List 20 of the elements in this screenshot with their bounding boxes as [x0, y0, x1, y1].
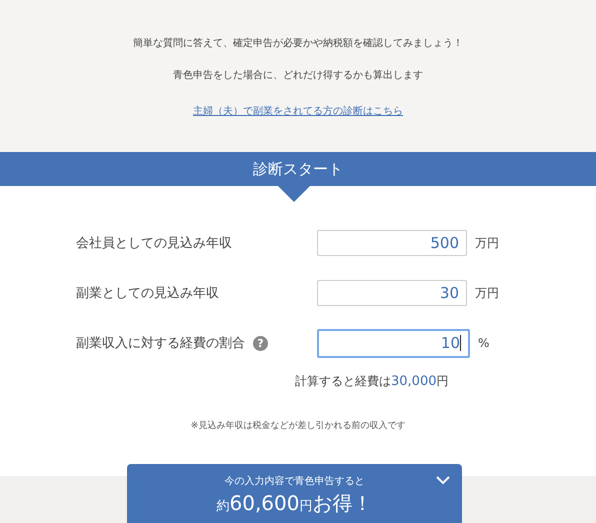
- banner-title: 診断スタート: [253, 160, 343, 178]
- input-field[interactable]: 500: [317, 230, 467, 256]
- savings-headline: 約60,600円 お得！: [216, 490, 372, 517]
- intro-text: 青色申告をした場合に、どれだけ得するかも算出します: [173, 69, 423, 82]
- intro-text: 簡単な質問に答えて、確定申告が必要かや納税額を確認してみましょう！: [133, 37, 463, 50]
- field-label: 会社員としての見込み年収: [76, 235, 232, 252]
- housewife-diagnosis-link[interactable]: 主婦（夫）で副業をされてる方の診断はこちら: [193, 104, 403, 118]
- unit-label: 万円: [475, 234, 499, 252]
- field-label: 副業としての見込み年収: [76, 285, 219, 302]
- unit-label: %: [478, 336, 490, 350]
- help-icon[interactable]: ?: [253, 336, 268, 350]
- unit-label: 万円: [475, 284, 499, 302]
- result-panel[interactable]: 今の入力内容で青色申告すると 約60,600円 お得！: [127, 464, 462, 523]
- expense-calculation-text: 計算すると経費は30,000円: [295, 373, 450, 390]
- chevron-down-icon[interactable]: [436, 476, 450, 485]
- result-caption: 今の入力内容で青色申告すると: [224, 474, 364, 488]
- input-field[interactable]: 30: [317, 280, 467, 306]
- field-label: 副業収入に対する経費の割合: [76, 335, 245, 352]
- note-text: ※見込み年収は税金などが差し引かれる前の収入です: [190, 420, 406, 432]
- input-field[interactable]: 10: [317, 328, 470, 358]
